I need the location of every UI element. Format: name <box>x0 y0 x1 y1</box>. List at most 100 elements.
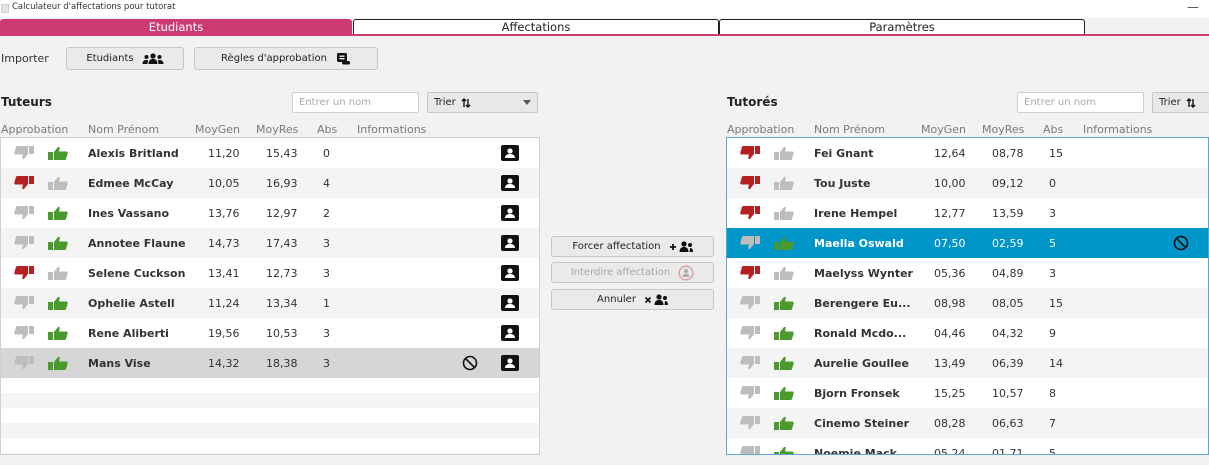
tutor-moygen: 19,56 <box>208 326 240 340</box>
thumbs-down-icon[interactable] <box>740 438 760 454</box>
tutor-row[interactable]: Selene Cuckson 13,41 12,73 3 <box>1 258 539 288</box>
forbid-assign-button[interactable]: Interdire affectation <box>551 262 714 283</box>
force-assign-button[interactable]: Forcer affectation <box>551 236 714 257</box>
tab-etudiants[interactable]: Etudiants <box>0 19 352 35</box>
tutor-row[interactable]: Rene Aliberti 19,56 10,53 3 <box>1 318 539 348</box>
forbidden-icon <box>1173 228 1189 258</box>
tutees-search-input[interactable]: Entrer un nom <box>1017 92 1144 113</box>
tutee-row[interactable]: Berengere Eu... 08,98 08,05 15 <box>727 288 1208 318</box>
thumbs-down-icon[interactable] <box>14 198 34 228</box>
tutor-row[interactable]: Ophelie Astell 11,24 13,34 1 <box>1 288 539 318</box>
thumbs-down-icon[interactable] <box>740 378 760 408</box>
thumbs-down-icon[interactable] <box>14 168 34 198</box>
thumbs-up-icon[interactable] <box>48 318 68 348</box>
tutor-row[interactable]: Mans Vise 14,32 18,38 3 <box>1 348 539 378</box>
thumbs-up-icon[interactable] <box>48 168 68 198</box>
tutor-row[interactable]: Alexis Britland 11,20 15,43 0 <box>1 138 539 168</box>
import-students-button[interactable]: Etudiants <box>66 47 184 70</box>
thumbs-up-icon[interactable] <box>774 168 794 198</box>
tutor-moyres: 10,53 <box>266 326 298 340</box>
import-rules-button[interactable]: Règles d'approbation <box>194 47 378 70</box>
thumbs-down-icon[interactable] <box>740 198 760 228</box>
tutors-sort-dropdown[interactable]: Trier <box>427 92 538 113</box>
profile-card-icon[interactable] <box>501 228 519 258</box>
tutee-row[interactable]: Cinemo Steiner 08,28 06,63 7 <box>727 408 1208 438</box>
thumbs-up-icon[interactable] <box>774 138 794 168</box>
thumbs-down-icon[interactable] <box>14 258 34 288</box>
thumbs-up-icon[interactable] <box>48 258 68 288</box>
tutee-row[interactable]: Aurelie Goullee 13,49 06,39 14 <box>727 348 1208 378</box>
empty-row <box>1 393 539 408</box>
tutee-row[interactable]: Maelyss Wynter 05,36 04,89 3 <box>727 258 1208 288</box>
tutor-name: Alexis Britland <box>88 146 179 160</box>
thumbs-up-icon[interactable] <box>774 348 794 378</box>
sort-icon <box>1186 97 1196 108</box>
tutor-abs: 3 <box>323 326 330 340</box>
thumbs-up-icon[interactable] <box>774 318 794 348</box>
thumbs-up-icon[interactable] <box>774 258 794 288</box>
profile-card-icon[interactable] <box>501 168 519 198</box>
thumbs-up-icon[interactable] <box>774 288 794 318</box>
tutor-row[interactable]: Ines Vassano 13,76 12,97 2 <box>1 198 539 228</box>
tutee-row[interactable]: Irene Hempel 12,77 13,59 3 <box>727 198 1208 228</box>
thumbs-down-icon[interactable] <box>740 228 760 258</box>
tutee-row[interactable]: Ronald Mcdo... 04,46 04,32 9 <box>727 318 1208 348</box>
thumbs-down-icon[interactable] <box>740 168 760 198</box>
profile-card-icon[interactable] <box>501 198 519 228</box>
cancel-button[interactable]: Annuler <box>551 289 714 310</box>
thumbs-up-icon[interactable] <box>48 348 68 378</box>
tutor-name: Edmee McCay <box>88 176 174 190</box>
thumbs-up-icon[interactable] <box>48 198 68 228</box>
tutee-row[interactable]: Bjorn Fronsek 15,25 10,57 8 <box>727 378 1208 408</box>
thumbs-down-icon[interactable] <box>14 138 34 168</box>
thumbs-down-icon[interactable] <box>14 228 34 258</box>
thumbs-down-icon[interactable] <box>740 348 760 378</box>
tutee-abs: 15 <box>1049 146 1063 160</box>
thumbs-up-icon[interactable] <box>774 228 794 258</box>
thumbs-down-icon[interactable] <box>14 348 34 378</box>
thumbs-up-icon[interactable] <box>774 378 794 408</box>
title-bar: Calculateur d'affectations pour tutorat … <box>0 0 1209 18</box>
tutee-row[interactable]: Maella Oswald 07,50 02,59 5 <box>727 228 1208 258</box>
tab-affectations[interactable]: Affectations <box>353 19 719 35</box>
thumbs-up-icon[interactable] <box>774 438 794 454</box>
minimize-button[interactable]: — <box>1180 0 1206 16</box>
thumbs-up-icon[interactable] <box>48 228 68 258</box>
tutee-row[interactable]: Fei Gnant 12,64 08,78 15 <box>727 138 1208 168</box>
forbid-assign-label: Interdire affectation <box>570 267 671 278</box>
thumbs-up-icon[interactable] <box>48 138 68 168</box>
thumbs-down-icon[interactable] <box>740 258 760 288</box>
tutee-moygen: 05,24 <box>934 446 966 455</box>
tutees-table: Fei Gnant 12,64 08,78 15 Tou Juste 10,00 09,12… <box>726 137 1209 455</box>
thumbs-down-icon[interactable] <box>14 288 34 318</box>
thumbs-up-icon[interactable] <box>774 408 794 438</box>
profile-card-icon[interactable] <box>501 288 519 318</box>
tutor-moyres: 12,97 <box>266 206 298 220</box>
tab-parametres[interactable]: Paramètres <box>719 19 1085 35</box>
tutor-row[interactable]: Edmee McCay 10,05 16,93 4 <box>1 168 539 198</box>
profile-card-icon[interactable] <box>501 138 519 168</box>
tutor-name: Ines Vassano <box>88 206 170 220</box>
tutees-sort-dropdown[interactable]: Trier <box>1152 92 1209 113</box>
thumbs-down-icon[interactable] <box>740 138 760 168</box>
tutor-moyres: 13,34 <box>266 296 298 310</box>
tutees-col-informations: Informations <box>1083 123 1153 136</box>
profile-card-icon[interactable] <box>501 318 519 348</box>
thumbs-up-icon[interactable] <box>774 198 794 228</box>
tutee-row[interactable]: Noemie Mack 05,24 01,71 5 <box>727 438 1208 455</box>
tutee-name: Fei Gnant <box>814 146 874 160</box>
profile-card-icon[interactable] <box>501 258 519 288</box>
thumbs-down-icon[interactable] <box>14 318 34 348</box>
thumbs-down-icon[interactable] <box>740 318 760 348</box>
empty-row <box>1 408 539 423</box>
thumbs-down-icon[interactable] <box>740 288 760 318</box>
tutors-search-input[interactable]: Entrer un nom <box>292 92 419 113</box>
tutor-row[interactable]: Annotee Flaune 14,73 17,43 3 <box>1 228 539 258</box>
thumbs-down-icon[interactable] <box>740 408 760 438</box>
tutee-row[interactable]: Tou Juste 10,00 09,12 0 <box>727 168 1208 198</box>
tab-underline <box>0 34 1209 36</box>
thumbs-up-icon[interactable] <box>48 288 68 318</box>
tutee-moyres: 13,59 <box>992 206 1024 220</box>
tutee-name: Berengere Eu... <box>814 296 911 310</box>
profile-card-icon[interactable] <box>501 348 519 378</box>
